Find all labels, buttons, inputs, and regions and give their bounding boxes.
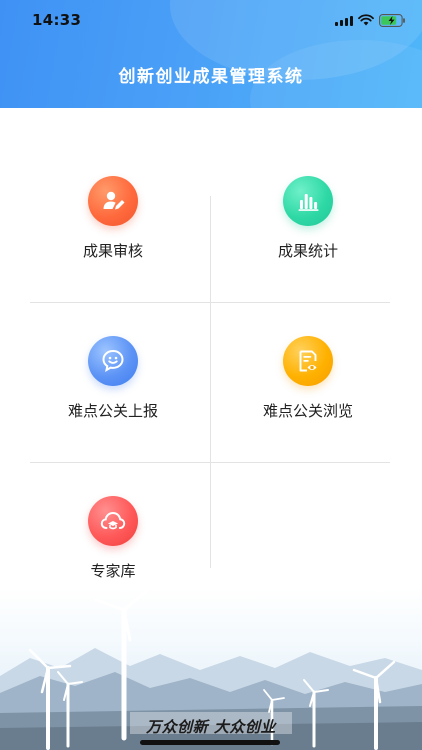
app-title: 创新创业成果管理系统 — [118, 67, 304, 87]
status-time: 14:33 — [32, 11, 82, 29]
menu-item-label: 难点公关上报 — [67, 402, 158, 420]
wifi-icon — [358, 14, 374, 26]
menu-item-label: 成果统计 — [277, 242, 338, 260]
app-header: 14:33 创新创业成果管理系统 — [0, 0, 422, 108]
bar-chart-icon — [283, 176, 333, 226]
menu-item-achievement-review[interactable]: 成果审核 — [23, 176, 203, 286]
battery-charging-icon — [379, 13, 405, 27]
status-bar: 14:33 — [0, 0, 422, 40]
footer-banner: 万众创新 大众创业 — [0, 588, 422, 750]
cloud-graduation-cap-icon — [88, 496, 138, 546]
menu-grid: 成果审核 成果统计 难点公关上报 难点公关浏览 专家库 — [0, 108, 422, 588]
menu-item-achievement-statistics[interactable]: 成果统计 — [218, 176, 398, 286]
reviewer-pen-icon — [88, 176, 138, 226]
menu-item-difficulty-browse[interactable]: 难点公关浏览 — [218, 336, 398, 446]
grid-divider-horizontal — [30, 302, 390, 303]
menu-item-label: 难点公关浏览 — [262, 402, 353, 420]
menu-item-label: 成果审核 — [82, 242, 143, 260]
menu-item-label: 专家库 — [90, 562, 136, 580]
status-icons — [335, 12, 406, 28]
home-indicator[interactable] — [140, 740, 280, 745]
document-eye-icon — [283, 336, 333, 386]
cellular-signal-icon — [335, 14, 353, 26]
grid-divider-vertical — [210, 196, 211, 568]
grid-divider-horizontal — [30, 462, 390, 463]
menu-item-difficulty-report[interactable]: 难点公关上报 — [23, 336, 203, 446]
footer-slogan: 万众创新 大众创业 — [146, 718, 276, 736]
chat-bubble-icon — [88, 336, 138, 386]
